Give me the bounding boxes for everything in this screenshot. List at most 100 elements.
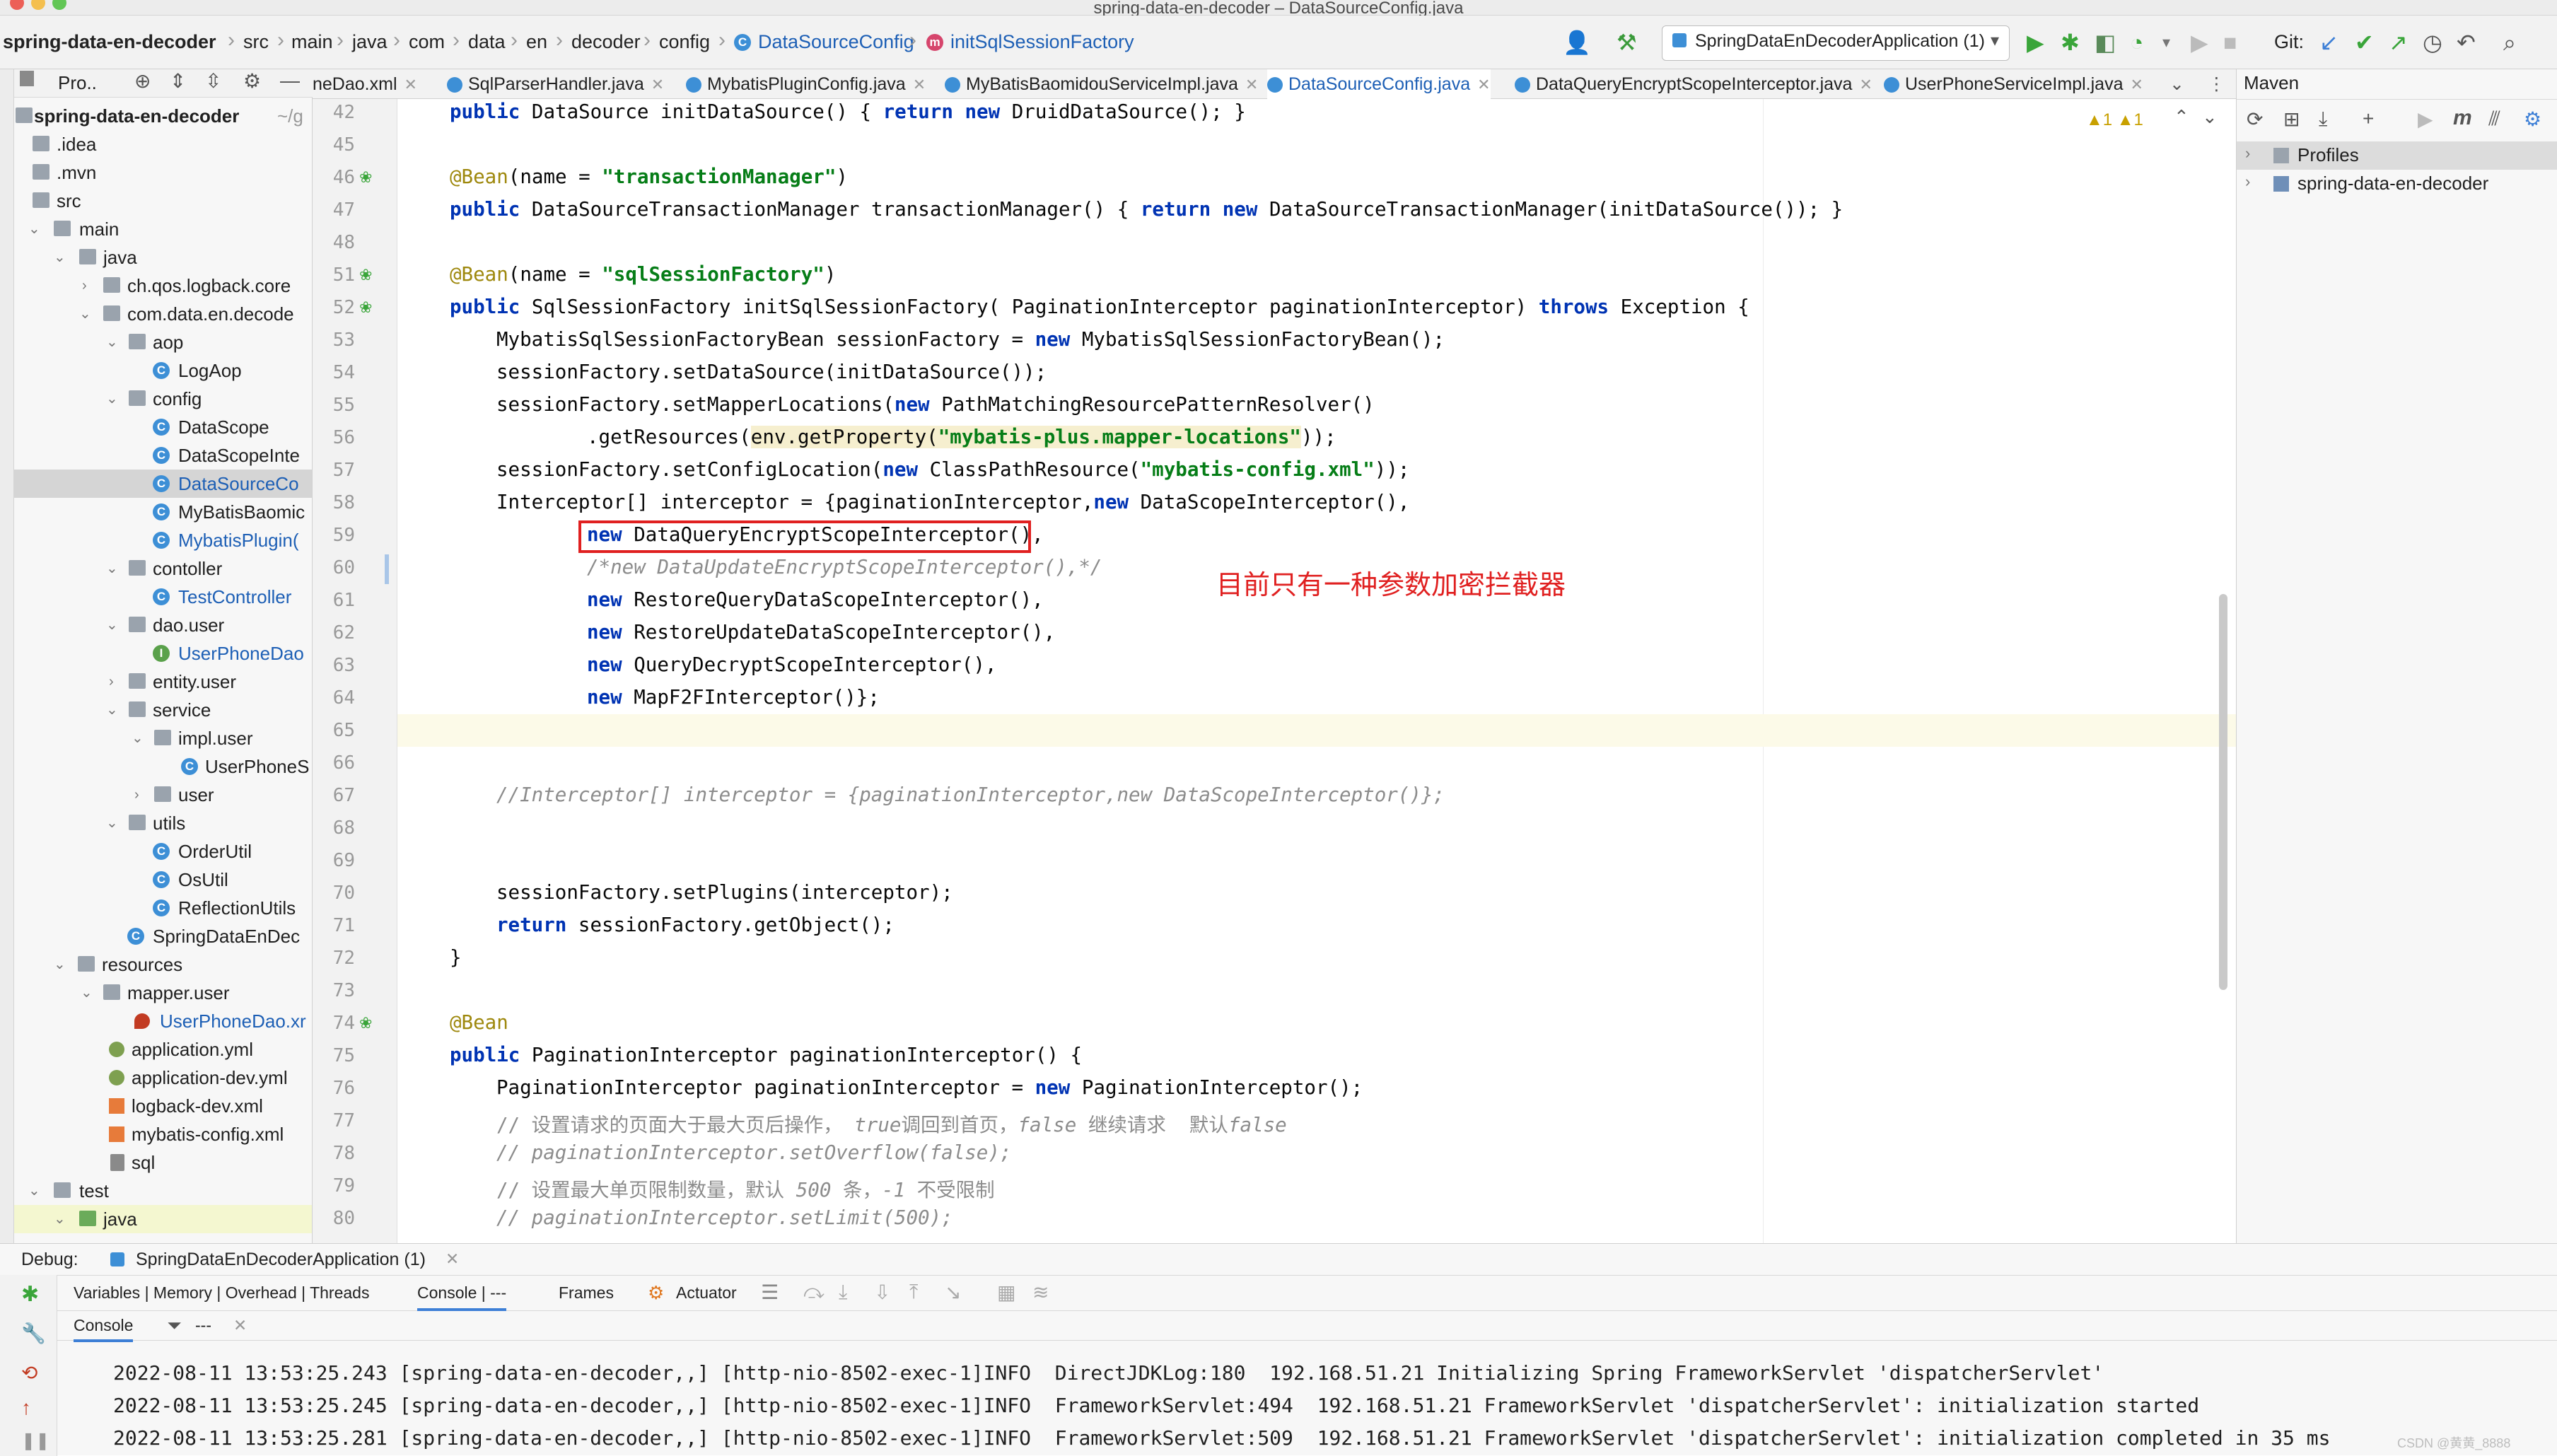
download-icon[interactable]: ⤓ — [2319, 107, 2327, 131]
run-icon[interactable]: ▶ — [2418, 107, 2433, 131]
tab-sqlparserhandler[interactable]: SqlParserHandler.java ✕ — [447, 69, 664, 99]
bean-gutter-icon[interactable]: ❀ — [359, 298, 372, 317]
tree-item[interactable]: › entity.user — [14, 668, 312, 696]
tab-actuator[interactable]: Actuator — [676, 1283, 737, 1303]
build-hammer-icon[interactable]: ⚒ — [1617, 30, 1637, 55]
tree-item[interactable]: ⌄ utils — [14, 809, 312, 837]
run-configuration-selector[interactable]: SpringDataEnDecoderApplication (1) ▾ — [1662, 25, 2010, 61]
trace-icon[interactable]: ≋ — [1032, 1281, 1049, 1304]
project-view-selector[interactable]: Pro.. — [58, 72, 97, 94]
tree-item[interactable]: C DataScope — [14, 413, 312, 441]
profile-icon[interactable]: ◔ — [2130, 30, 2143, 55]
tree-item[interactable]: C MybatisPlugin( — [14, 526, 312, 554]
breadcrumb-config[interactable]: config — [659, 31, 710, 53]
locate-icon[interactable]: ⊕ — [134, 69, 151, 93]
tree-item[interactable]: C LogAop — [14, 356, 312, 385]
tab-datasourceconfig[interactable]: DataSourceConfig.java ✕ — [1267, 69, 1491, 102]
collapse-all-icon[interactable]: ⇳ — [205, 69, 221, 93]
settings-icon[interactable]: ⚙ — [2524, 107, 2541, 131]
expand-all-icon[interactable]: ⇕ — [170, 69, 186, 93]
tree-item[interactable]: sql — [14, 1148, 312, 1177]
add-icon[interactable]: + — [2363, 107, 2374, 130]
tree-item[interactable]: ⌄ main — [14, 215, 312, 243]
tree-item[interactable]: application-dev.yml — [14, 1064, 312, 1092]
tree-item[interactable]: ⌄ com.data.en.decode — [14, 300, 312, 328]
tree-item[interactable]: ⌄ test — [14, 1177, 312, 1205]
breadcrumb-project[interactable]: spring-data-en-decoder — [3, 31, 216, 53]
step-over-icon[interactable]: ⤼ — [803, 1281, 825, 1304]
tree-item[interactable]: C UserPhoneS — [14, 752, 312, 781]
filter-icon[interactable]: ⏷ — [167, 1315, 182, 1337]
tree-item[interactable]: C MyBatisBaomic — [14, 498, 312, 526]
toggle-offline-icon[interactable]: ⫻ — [2488, 107, 2500, 131]
gear-icon[interactable]: ⚙ — [243, 69, 261, 93]
tab-mybatispluginconfig[interactable]: MybatisPluginConfig.java ✕ — [686, 69, 926, 99]
tree-item[interactable]: ⌄ java — [14, 243, 312, 272]
reload-icon[interactable]: ⟳ — [2247, 107, 2263, 131]
breadcrumb-com[interactable]: com — [409, 31, 445, 53]
breadcrumb-en[interactable]: en — [526, 31, 547, 53]
more-icon[interactable]: ⋮ — [2208, 69, 2225, 99]
tree-item[interactable]: ⌄ dao.user — [14, 611, 312, 639]
console-subtab[interactable]: Console — [74, 1316, 134, 1342]
tree-item[interactable]: src — [14, 187, 312, 215]
debug-session-tab[interactable]: SpringDataEnDecoderApplication (1) — [136, 1250, 426, 1270]
tree-item[interactable]: .idea — [14, 130, 312, 158]
run-disabled-icon[interactable]: ▶ — [2191, 30, 2208, 55]
tree-item[interactable]: C OsUtil — [14, 866, 312, 894]
maven-item-profiles[interactable]: › Profiles — [2237, 141, 2557, 170]
tab-frames[interactable]: Frames — [559, 1283, 614, 1303]
add-folder-icon[interactable]: ⊞ — [2283, 107, 2300, 131]
minimize-icon[interactable]: — — [280, 69, 300, 92]
tab-console[interactable]: Console | --- — [417, 1283, 507, 1311]
evaluate-icon[interactable]: ▦ — [997, 1281, 1015, 1304]
tree-item[interactable]: ⌄ aop — [14, 328, 312, 356]
breadcrumb-java[interactable]: java — [352, 31, 388, 53]
tree-item[interactable]: ⌄ config — [14, 385, 312, 413]
up-arrow-icon[interactable]: ↑ — [21, 1397, 31, 1419]
tab-userphonedao-xml[interactable]: neDao.xml ✕ — [313, 69, 417, 99]
tree-item[interactable]: C ReflectionUtils — [14, 894, 312, 922]
tree-item[interactable]: C TestController — [14, 583, 312, 611]
tree-item[interactable]: UserPhoneDao.xr — [14, 1007, 312, 1035]
maven-item-project[interactable]: › spring-data-en-decoder — [2237, 170, 2557, 198]
tree-item[interactable]: ⌄ service — [14, 696, 312, 724]
tree-item[interactable]: › ch.qos.logback.core — [14, 272, 312, 300]
breadcrumb-method[interactable]: initSqlSessionFactory — [950, 31, 1134, 53]
debug-icon[interactable]: ✱ — [2061, 30, 2080, 55]
tree-item[interactable]: logback-dev.xml — [14, 1092, 312, 1120]
tree-item[interactable]: mybatis-config.xml — [14, 1120, 312, 1148]
force-step-into-icon[interactable]: ⇩ — [874, 1281, 890, 1304]
tree-item[interactable]: C SpringDataEnDec — [14, 922, 312, 950]
tree-item[interactable]: ⌄ resources — [14, 950, 312, 979]
chevron-up-icon[interactable]: ⌃ — [2174, 106, 2189, 128]
breadcrumb-class[interactable]: DataSourceConfig — [758, 31, 914, 53]
menu-icon[interactable]: ☰ — [761, 1281, 779, 1304]
step-into-icon[interactable]: ⤓ — [839, 1281, 847, 1304]
rollback-icon[interactable]: ↶ — [2457, 30, 2476, 55]
filter-label[interactable]: --- — [195, 1316, 211, 1335]
maven-goal-icon[interactable]: m — [2453, 106, 2472, 130]
git-update-icon[interactable]: ↙ — [2319, 30, 2338, 55]
breadcrumb-decoder[interactable]: decoder — [571, 31, 641, 53]
editor-scrollbar[interactable] — [2219, 594, 2227, 990]
close-icon[interactable]: ✕ — [233, 1316, 247, 1335]
debug-icon[interactable]: ✱ — [21, 1282, 39, 1307]
tree-item[interactable]: ⌄ mapper.user — [14, 979, 312, 1007]
breadcrumb-main[interactable]: main — [291, 31, 333, 53]
search-icon[interactable]: ⌕ — [2503, 30, 2516, 55]
chevron-down-icon[interactable]: ⌄ — [2169, 69, 2184, 99]
wrench-icon[interactable]: 🔧 — [21, 1322, 46, 1345]
git-commit-icon[interactable]: ✔ — [2355, 30, 2374, 55]
git-push-icon[interactable]: ↗ — [2389, 30, 2408, 55]
rerun-icon[interactable]: ⟲ — [21, 1361, 37, 1385]
run-to-cursor-icon[interactable]: ↘ — [945, 1281, 961, 1304]
breadcrumb-src[interactable]: src — [243, 31, 269, 53]
tab-variables-memory-overhead-threads[interactable]: Variables | Memory | Overhead | Threads — [74, 1283, 369, 1303]
tree-root[interactable]: ⌄ spring-data-en-decoder ~/g — [14, 102, 312, 130]
close-icon[interactable]: ✕ — [445, 1250, 459, 1269]
tree-item-selected[interactable]: C DataSourceCo — [14, 470, 312, 498]
history-icon[interactable]: ◷ — [2423, 30, 2442, 55]
tab-dataqueryencryptscopeinterceptor[interactable]: DataQueryEncryptScopeInterceptor.java ✕ — [1515, 69, 1872, 99]
tab-userphoneserviceimpl[interactable]: UserPhoneServiceImpl.java ✕ — [1884, 69, 2143, 99]
